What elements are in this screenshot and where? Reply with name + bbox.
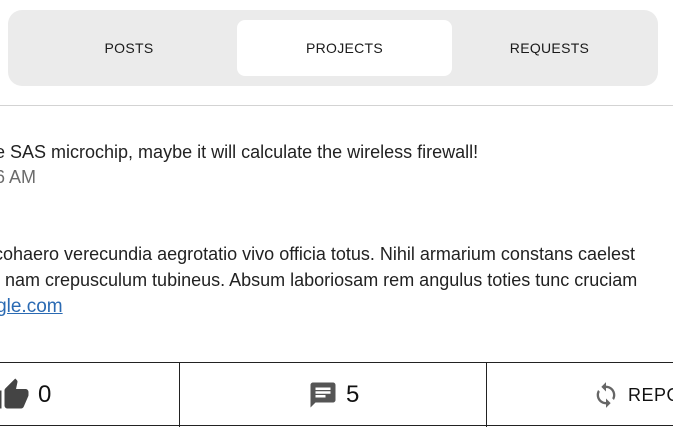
- project-description-line-2: trum nam crepusculum tubineus. Absum lab…: [0, 270, 638, 290]
- tab-projects[interactable]: PROJECTS: [237, 20, 452, 76]
- action-separator: [486, 363, 487, 427]
- post-text: m the SAS microchip, maybe it will calcu…: [0, 142, 479, 162]
- divider: [0, 105, 673, 106]
- project-description-line-1: nfit cohaero verecundia aegrotatio vivo …: [0, 244, 636, 264]
- report-button[interactable]: REPO: [592, 363, 673, 427]
- tab-bar: POSTS PROJECTS REQUESTS: [8, 10, 658, 86]
- like-count: 0: [38, 381, 52, 408]
- report-label: REPO: [628, 384, 673, 405]
- like-button[interactable]: 0: [0, 363, 51, 427]
- comment-icon: [308, 380, 338, 410]
- thumbs-up-icon: [0, 377, 30, 413]
- page: POSTS PROJECTS REQUESTS m the SAS microc…: [0, 0, 673, 436]
- project-link[interactable]: v.google.com: [0, 296, 63, 318]
- refresh-icon: [592, 381, 620, 409]
- action-separator: [179, 363, 180, 427]
- tab-posts[interactable]: POSTS: [29, 20, 229, 76]
- tab-requests[interactable]: REQUESTS: [452, 20, 647, 76]
- comment-count: 5: [346, 381, 360, 408]
- comments-button[interactable]: 5: [308, 363, 359, 427]
- post-timestamp: 27:46 AM: [0, 167, 37, 187]
- action-bar: 0 5 REPO: [0, 362, 673, 427]
